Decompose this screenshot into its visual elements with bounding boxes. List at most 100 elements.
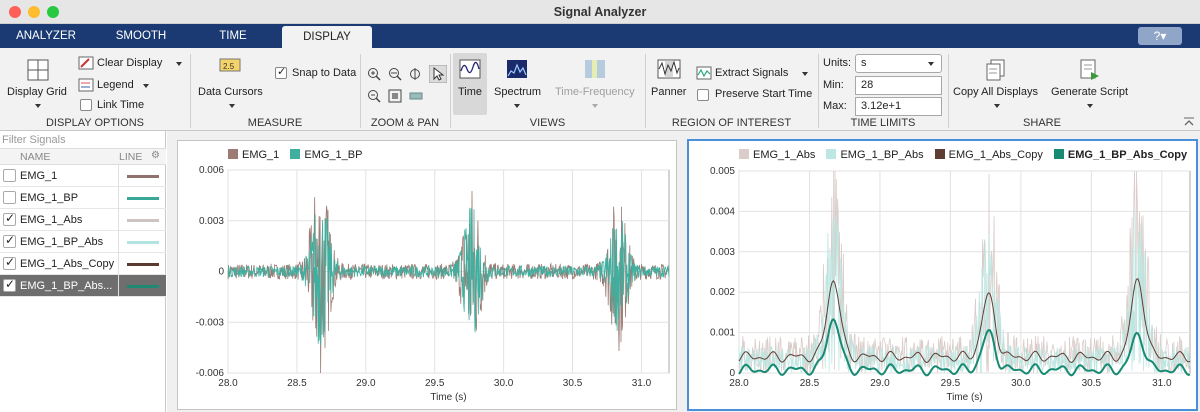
time-plot-1[interactable]: 28.0 28.5 29.0 29.5 30.0 30.5 31.0 0.006 0.003 0 -… [178, 141, 676, 409]
y-tick-label: 0.004 [710, 206, 735, 217]
generate-script-dropdown-icon[interactable] [1087, 104, 1093, 108]
copy-all-displays-button[interactable]: Copy All Displays [953, 86, 1038, 98]
x-tick-label: 30.0 [1011, 378, 1031, 389]
name-column-header[interactable]: NAME [20, 151, 50, 163]
line-column-header[interactable]: LINE [119, 151, 142, 163]
fit-to-view-icon[interactable] [388, 89, 402, 103]
copy-displays-icon[interactable] [986, 59, 1006, 81]
share-group-label: SHARE [1023, 117, 1061, 129]
signal-checkbox[interactable] [3, 277, 16, 292]
tab-smooth[interactable]: SMOOTH [98, 24, 184, 48]
clear-display-button[interactable]: Clear Display [97, 57, 162, 69]
extract-signals-button[interactable]: Extract Signals [715, 67, 788, 79]
help-button[interactable]: ?▾ [1138, 27, 1182, 45]
window-title: Signal Analyzer [553, 5, 647, 19]
line-swatch[interactable] [127, 241, 159, 244]
data-cursors-dropdown-icon[interactable] [229, 104, 235, 108]
data-cursors-button[interactable]: Data Cursors [198, 86, 263, 98]
time-frequency-icon[interactable] [584, 59, 606, 79]
table-row[interactable]: EMG_1_BP [0, 187, 166, 209]
time-frequency-dropdown-icon[interactable] [592, 104, 598, 108]
zoom-x-icon[interactable] [388, 67, 402, 81]
x-tick-label: 28.5 [800, 378, 820, 389]
x-tick-label: 30.5 [1082, 378, 1102, 389]
display-grid-button[interactable]: Display Grid [7, 86, 67, 98]
display-panel-1[interactable]: EMG_1 EMG_1_BP 28.0 28.5 29.0 29.5 30.0 30.5 3… [177, 140, 677, 410]
legend-button[interactable]: Legend [97, 79, 134, 91]
link-time-checkbox[interactable] [80, 99, 92, 111]
signal-checkbox[interactable] [3, 191, 16, 204]
pointer-icon[interactable] [429, 65, 447, 83]
spectrum-icon[interactable] [506, 59, 528, 79]
y-tick-label: 0.002 [710, 287, 735, 298]
table-row[interactable]: EMG_1_Abs_Copy [0, 253, 166, 275]
time-view-icon [459, 59, 481, 79]
line-swatch[interactable] [127, 285, 159, 288]
line-swatch[interactable] [127, 175, 159, 178]
table-row[interactable]: EMG_1_BP_Abs... [0, 275, 166, 297]
signal-name: EMG_1_Abs_Copy [20, 258, 115, 270]
y-tick-label: 0.005 [710, 166, 735, 177]
max-field[interactable]: 3.12e+1 [855, 97, 942, 116]
spectrum-dropdown-icon[interactable] [514, 104, 520, 108]
preserve-start-time-checkbox[interactable] [697, 89, 709, 101]
min-field[interactable]: 28 [855, 76, 942, 95]
line-swatch[interactable] [127, 197, 159, 200]
time-view-label: Time [458, 86, 483, 98]
tab-analyzer[interactable]: ANALYZER [4, 24, 88, 48]
signal-checkbox[interactable] [3, 169, 16, 182]
spectrum-button[interactable]: Spectrum [494, 86, 541, 98]
time-plot-2[interactable]: 28.0 28.5 29.0 29.5 30.0 30.5 31.0 0.005 0.004 0.… [689, 141, 1196, 409]
signal-name: EMG_1_BP_Abs [20, 236, 104, 248]
zoom-out-icon[interactable] [367, 89, 381, 103]
clear-display-dropdown-icon[interactable] [176, 62, 182, 66]
time-frequency-button[interactable]: Time-Frequency [555, 86, 635, 98]
x-tick-label: 28.0 [218, 378, 238, 389]
tab-time[interactable]: TIME [190, 24, 276, 48]
signal-checkbox[interactable] [3, 255, 16, 270]
gear-icon[interactable]: ⚙ [151, 150, 160, 161]
display-panel-2[interactable]: EMG_1_Abs EMG_1_BP_Abs EMG_1_Abs_Copy EM… [687, 139, 1198, 411]
x-tick-label: 30.5 [563, 378, 583, 389]
time-limits-group-label: TIME LIMITS [850, 117, 916, 129]
generate-script-button[interactable]: Generate Script [1051, 86, 1128, 98]
collapse-ribbon-icon[interactable] [1183, 117, 1195, 127]
zoom-in-icon[interactable] [367, 67, 381, 81]
pan-icon[interactable] [409, 89, 423, 103]
copy-all-displays-dropdown-icon[interactable] [994, 104, 1000, 108]
panner-icon[interactable] [657, 59, 681, 79]
x-tick-label: 29.0 [870, 378, 890, 389]
signal-name: EMG_1_Abs [20, 214, 83, 226]
extract-signals-dropdown-icon[interactable] [802, 72, 808, 76]
units-select[interactable]: s [855, 54, 942, 73]
max-label: Max: [823, 100, 847, 112]
preserve-start-time-label: Preserve Start Time [715, 88, 813, 100]
table-row[interactable]: EMG_1_Abs [0, 209, 166, 231]
table-row[interactable]: EMG_1_BP_Abs [0, 231, 166, 253]
table-row[interactable]: EMG_1 [0, 165, 166, 187]
line-swatch[interactable] [127, 219, 159, 222]
signal-name: EMG_1 [20, 170, 58, 182]
display-options-group-label: DISPLAY OPTIONS [45, 117, 144, 129]
x-tick-label: 31.0 [1152, 378, 1172, 389]
signal-table-header: NAME LINE ⚙ [0, 149, 166, 165]
data-cursors-icon[interactable]: 2.5 [219, 57, 241, 75]
filter-signals-input[interactable]: Filter Signals [0, 131, 166, 149]
signal-checkbox[interactable] [3, 233, 16, 248]
tab-bar: ANALYZER SMOOTH TIME DISPLAY ?▾ [0, 24, 1200, 48]
units-label: Units: [823, 57, 852, 69]
line-swatch[interactable] [127, 263, 159, 266]
tab-display[interactable]: DISPLAY [282, 26, 372, 48]
y-tick-label: 0.006 [199, 165, 224, 176]
display-grid-dropdown-icon[interactable] [35, 104, 41, 108]
panner-button[interactable]: Panner [651, 86, 686, 98]
display-grid-icon[interactable] [27, 59, 49, 81]
generate-script-icon[interactable] [1079, 59, 1101, 81]
snap-to-data-checkbox[interactable] [275, 65, 287, 79]
signal-checkbox[interactable] [3, 211, 16, 226]
clear-display-icon [78, 56, 94, 70]
x-axis-label: Time (s) [946, 392, 982, 403]
legend-dropdown-icon[interactable] [143, 84, 149, 88]
zoom-y-icon[interactable] [409, 67, 423, 81]
x-tick-label: 28.0 [729, 378, 749, 389]
